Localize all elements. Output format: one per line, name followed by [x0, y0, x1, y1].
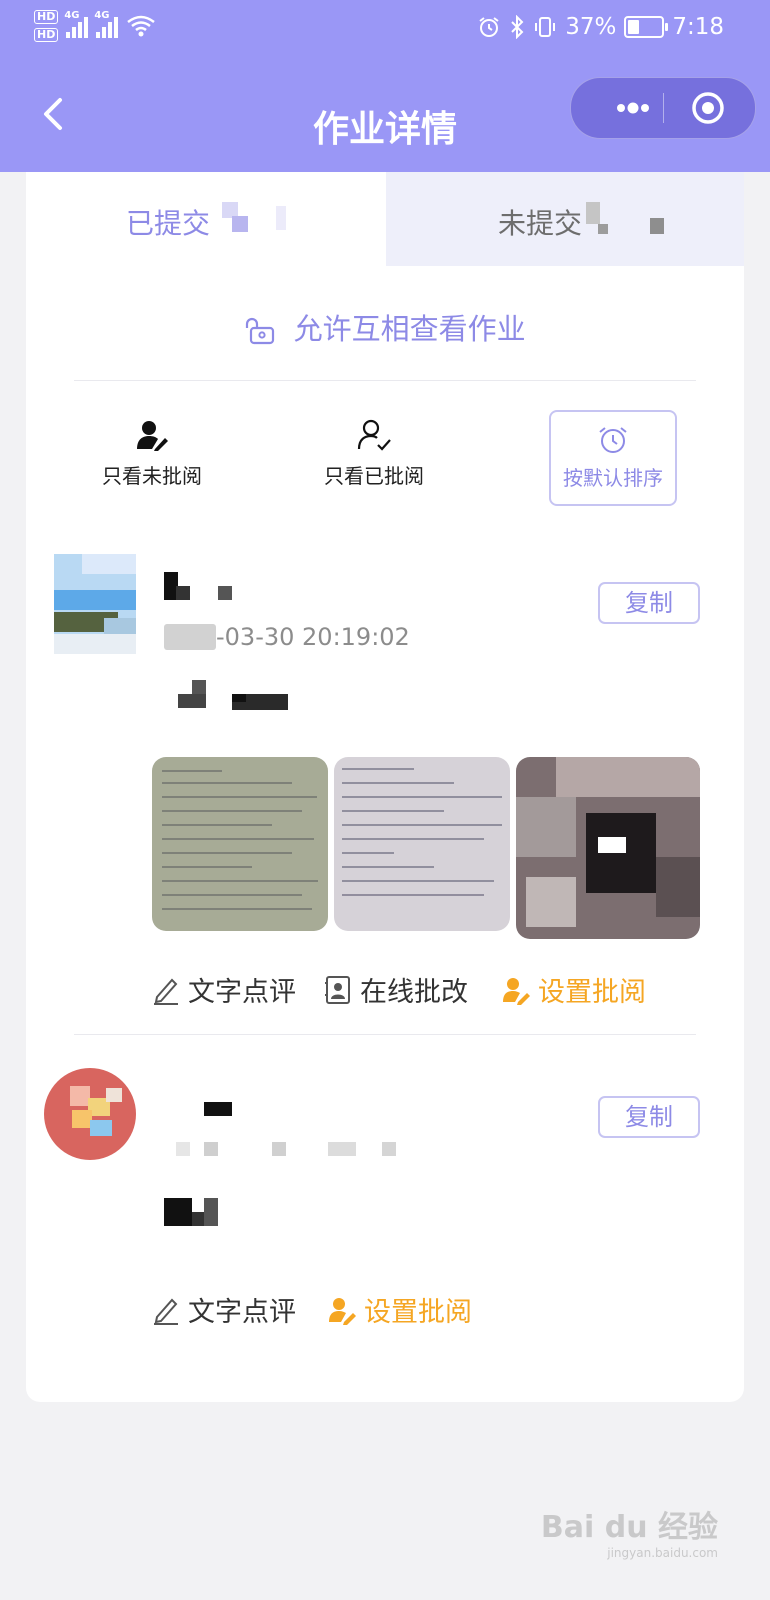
homework-image[interactable] [334, 757, 510, 931]
divider [74, 1034, 696, 1035]
battery-percent: 37% [565, 14, 617, 40]
bluetooth-icon [511, 15, 524, 39]
watermark-text: Bai du 经验 [540, 1510, 718, 1545]
set-review-button[interactable]: 设置批阅 [328, 1290, 472, 1329]
student-avatar[interactable] [54, 554, 136, 654]
redacted-name [204, 1102, 232, 1116]
redacted-name [218, 586, 232, 600]
pencil-icon [154, 1298, 178, 1325]
redacted-time [204, 1142, 218, 1156]
redacted-count [586, 202, 600, 224]
signal-icon: 4G [94, 10, 119, 38]
submit-time: -03-30 20:19:02 [216, 623, 410, 651]
redacted-count [598, 224, 608, 234]
status-left: HD HD 4G 4G [34, 10, 156, 42]
tab-submitted[interactable]: 已提交 [26, 172, 386, 266]
online-correct-button[interactable]: 在线批改 [324, 970, 468, 1009]
redacted-count [276, 206, 286, 230]
action-label: 设置批阅 [538, 977, 646, 1008]
hd-badge: HD [34, 28, 59, 42]
text-comment-button[interactable]: 文字点评 [152, 970, 296, 1009]
filter-label: 只看未批阅 [102, 464, 202, 488]
sort-label: 按默认排序 [563, 466, 663, 490]
text-comment-button[interactable]: 文字点评 [152, 1290, 296, 1329]
person-edit-icon [137, 421, 168, 451]
homework-image[interactable] [516, 757, 700, 939]
filter-label: 只看已批阅 [324, 464, 424, 488]
network-label: 4G [64, 10, 80, 21]
action-label: 设置批阅 [364, 1297, 472, 1328]
alarm-icon [479, 17, 499, 37]
person-edit-icon [503, 977, 530, 1005]
filter-reviewed[interactable]: 只看已批阅 [324, 418, 424, 489]
redacted-text [204, 1198, 218, 1226]
signal-icon: 4G [64, 10, 89, 38]
redacted-text [232, 694, 246, 702]
redacted-count [232, 216, 248, 232]
capsule-divider [663, 93, 664, 123]
mini-program-capsule [570, 77, 756, 139]
filter-unreviewed[interactable]: 只看未批阅 [102, 418, 202, 489]
person-check-icon [357, 419, 391, 451]
handwriting-lines [342, 768, 502, 896]
permission-text: 允许互相查看作业 [293, 312, 526, 346]
target-icon[interactable] [691, 91, 725, 125]
divider [74, 380, 696, 381]
redacted-time [382, 1142, 396, 1156]
more-dots-icon[interactable] [613, 99, 653, 117]
pencil-icon [154, 978, 178, 1005]
copy-button[interactable]: 复制 [598, 582, 700, 624]
redacted-name [176, 586, 190, 600]
homework-image[interactable] [152, 757, 328, 931]
tab-unsubmitted[interactable]: 未提交 [386, 172, 744, 266]
tab-label: 已提交 [126, 207, 211, 240]
wifi-icon [127, 15, 156, 37]
redacted-time [328, 1142, 356, 1156]
person-edit-icon [329, 1297, 356, 1325]
contact-card-icon [325, 975, 350, 1004]
redacted-count [650, 218, 664, 234]
copy-button[interactable]: 复制 [598, 1096, 700, 1138]
clock-time: 7:18 [672, 14, 724, 40]
sort-default-button[interactable]: 按默认排序 [549, 410, 677, 506]
handwriting-lines [162, 770, 318, 910]
redacted-date-prefix [164, 624, 216, 650]
alarm-clock-icon [599, 427, 627, 453]
nav-bar: 作业详情 [0, 70, 770, 160]
vibrate-icon [535, 17, 556, 37]
tab-label: 未提交 [498, 207, 583, 240]
battery-icon [624, 16, 669, 38]
set-review-button[interactable]: 设置批阅 [502, 970, 646, 1009]
status-bar: HD HD 4G 4G 37% 7:18 [0, 0, 770, 60]
network-label: 4G [94, 10, 110, 21]
hd-badge: HD [34, 10, 59, 24]
unlock-icon [246, 317, 275, 345]
student-avatar[interactable] [44, 1068, 136, 1160]
redacted-time [272, 1142, 286, 1156]
action-label: 在线批改 [360, 977, 468, 1008]
status-right: 37% 7:18 [477, 14, 724, 40]
redacted-text [164, 1198, 192, 1226]
redacted-text [192, 680, 206, 694]
header-bar: HD HD 4G 4G 37% 7:18 作业详情 [0, 0, 770, 172]
tab-bar: 未提交 已提交 [26, 172, 744, 266]
baidu-watermark: Bai du 经验 jingyan.baidu.com [541, 1502, 718, 1560]
hd-badges: HD HD [34, 10, 59, 42]
watermark-url: jingyan.baidu.com [607, 1546, 718, 1560]
homework-card: 未提交 已提交 允许互相查看作业 只看未批阅 只看已批阅 按默认排序 -03-3… [26, 172, 744, 1402]
action-label: 文字点评 [188, 1297, 296, 1328]
action-label: 文字点评 [188, 977, 296, 1008]
allow-peer-view[interactable]: 允许互相查看作业 [26, 306, 744, 348]
redacted-text [178, 694, 206, 708]
redacted-time [176, 1142, 190, 1156]
